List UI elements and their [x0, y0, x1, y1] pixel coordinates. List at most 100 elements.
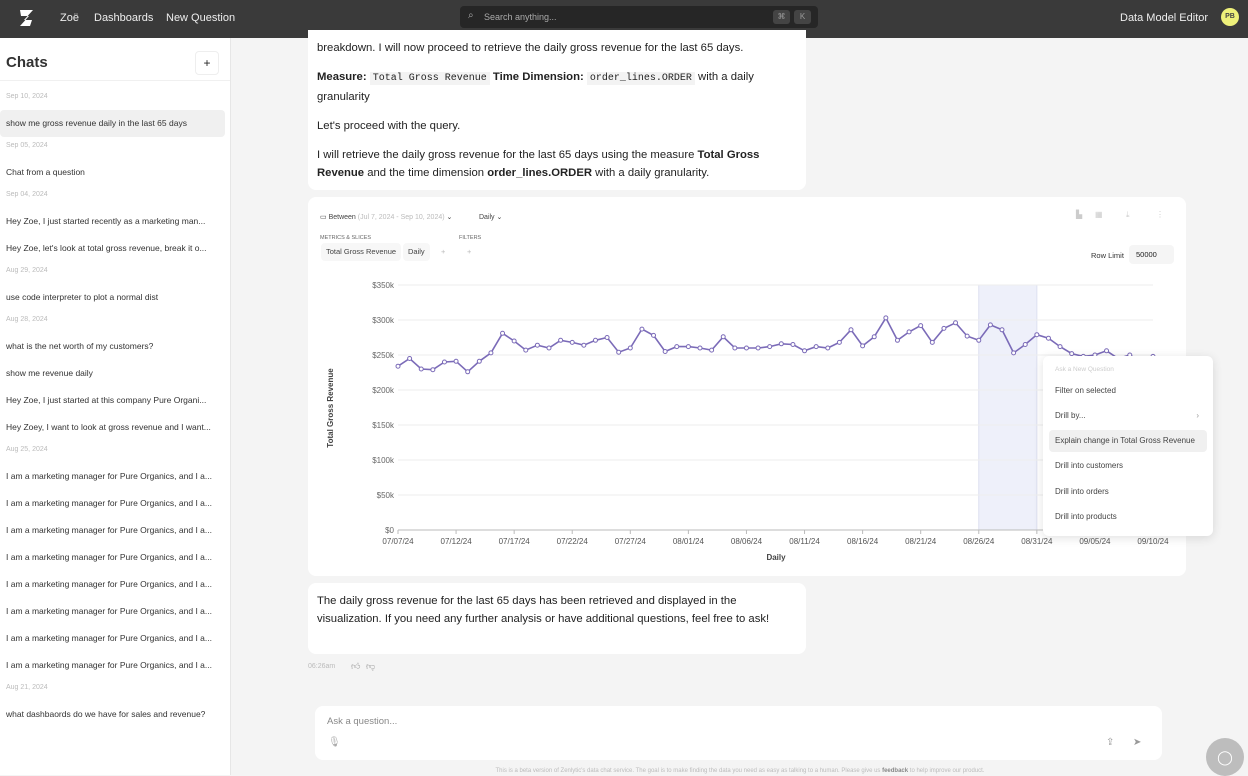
chat-item[interactable]: I am a marketing manager for Pure Organi… [0, 463, 225, 490]
chat-item[interactable]: I am a marketing manager for Pure Organi… [0, 517, 225, 544]
data-point [720, 334, 726, 340]
x-tick-label: 07/22/24 [557, 537, 589, 546]
chat-item[interactable]: use code interpreter to plot a normal di… [0, 284, 225, 311]
chat-item[interactable]: I am a marketing manager for Pure Organi… [0, 625, 225, 652]
text: with a daily granularity. [595, 167, 710, 179]
menu-drill-orders[interactable]: Drill into orders [1049, 481, 1207, 503]
x-tick-label: 07/17/24 [499, 537, 531, 546]
assistant-message: breakdown. I will now proceed to retriev… [308, 30, 806, 190]
menu-explain-change[interactable]: Explain change in Total Gross Revenue [1049, 430, 1207, 452]
data-point [1034, 332, 1040, 338]
chat-item[interactable]: show me gross revenue daily in the last … [0, 110, 225, 137]
data-point [476, 358, 482, 364]
time-label: Time Dimension: [492, 71, 584, 83]
chats-title: Chats [6, 54, 48, 71]
chat-item[interactable]: Hey Zoe, I just started recently as a ma… [0, 208, 225, 235]
data-point [581, 342, 587, 348]
data-point [825, 345, 831, 351]
kbd-k: K [794, 10, 811, 24]
y-tick-label: $300k [372, 316, 395, 325]
data-point [430, 367, 436, 373]
chat-item[interactable]: what dashbaords do we have for sales and… [0, 701, 225, 728]
message-text: breakdown. I will now proceed to retriev… [317, 42, 744, 54]
feedback-link[interactable]: feedback [882, 768, 908, 774]
data-point [616, 349, 622, 355]
thumbs-up-icon[interactable]: 👍︎ [351, 661, 360, 672]
logo-icon[interactable] [17, 7, 37, 29]
chat-date: Sep 05, 2024 [6, 142, 48, 149]
data-point [523, 347, 529, 353]
message-text: Measure: Total Gross Revenue Time Dimens… [317, 68, 797, 106]
new-chat-button[interactable]: + [195, 51, 219, 75]
chat-item[interactable]: Hey Zoey, I want to look at gross revenu… [0, 414, 225, 441]
chat-date: Aug 25, 2024 [6, 446, 48, 453]
chat-icon: ◯ [1217, 749, 1233, 765]
data-point [848, 327, 854, 333]
data-point [941, 325, 947, 331]
data-point [546, 345, 552, 351]
data-point [604, 335, 610, 340]
y-tick-label: $150k [372, 421, 395, 430]
chat-item[interactable]: I am a marketing manager for Pure Organi… [0, 598, 225, 625]
data-point [999, 327, 1005, 333]
data-point [534, 342, 540, 348]
data-point [778, 341, 784, 347]
data-point [732, 345, 738, 351]
data-point [709, 347, 715, 353]
chevron-right-icon: › [1196, 411, 1199, 420]
chat-item[interactable]: I am a marketing manager for Pure Organi… [0, 490, 225, 517]
y-tick-label: $350k [372, 281, 395, 290]
data-model-editor-link[interactable]: Data Model Editor [1120, 12, 1208, 24]
menu-drill-customers[interactable]: Drill into customers [1049, 455, 1207, 477]
avatar[interactable]: PB [1221, 8, 1239, 26]
x-tick-label: 08/01/24 [673, 537, 705, 546]
footer-disclaimer: This is a beta version of Zenlytic's dat… [300, 768, 1180, 774]
data-point [860, 343, 866, 349]
nav-new-question[interactable]: New Question [166, 12, 235, 24]
data-point [685, 344, 691, 350]
chart-card: ▭ Between (Jul 7, 2024 - Sep 10, 2024) ⌄… [308, 197, 1213, 576]
footer-text: This is a beta version of Zenlytic's dat… [495, 768, 881, 774]
chat-date: Aug 21, 2024 [6, 684, 48, 691]
question-input[interactable]: Ask a question... 🎙︎ ⇪ ➤ [315, 706, 1162, 760]
microphone-icon[interactable]: 🎙︎ [328, 737, 341, 748]
chat-item[interactable]: I am a marketing manager for Pure Organi… [0, 544, 225, 571]
data-point [639, 326, 645, 332]
measure-code: Total Gross Revenue [369, 72, 490, 85]
menu-drill-products[interactable]: Drill into products [1049, 506, 1207, 528]
search-input[interactable]: ⌕ Search anything... ⌘ K [460, 6, 818, 28]
data-point [627, 345, 633, 351]
chat-item[interactable]: what is the net worth of my customers? [0, 333, 225, 360]
divider [0, 80, 230, 81]
data-point [883, 315, 889, 321]
chat-item[interactable]: show me revenue daily [0, 360, 225, 387]
data-point [894, 337, 900, 343]
menu-drill-by[interactable]: Drill by... › [1049, 405, 1207, 427]
chat-item[interactable]: Chat from a question [0, 159, 225, 186]
chat-date: Sep 04, 2024 [6, 191, 48, 198]
thumbs-down-icon[interactable]: 👎︎ [366, 661, 375, 672]
chat-item[interactable]: I am a marketing manager for Pure Organi… [0, 571, 225, 598]
nav-zoe[interactable]: Zoë [60, 12, 79, 24]
chat-bubble-button[interactable]: ◯ [1206, 738, 1244, 776]
data-point [453, 358, 459, 364]
data-point [500, 330, 506, 336]
data-point [906, 329, 912, 335]
x-tick-label: 07/12/24 [441, 537, 473, 546]
y-tick-label: $50k [377, 491, 395, 500]
text: and the time dimension [367, 167, 485, 179]
text: I will retrieve the daily gross revenue … [317, 149, 695, 161]
nav-dashboards[interactable]: Dashboards [94, 12, 153, 24]
chat-item[interactable]: Hey Zoe, let's look at total gross reven… [0, 235, 225, 262]
chat-item[interactable]: I am a marketing manager for Pure Organi… [0, 652, 225, 679]
input-placeholder: Ask a question... [327, 716, 398, 727]
upload-icon[interactable]: ⇪ [1106, 737, 1114, 748]
send-icon[interactable]: ➤ [1133, 737, 1141, 748]
data-point [558, 337, 564, 343]
x-tick-label: 08/21/24 [905, 537, 937, 546]
y-tick-label: $100k [372, 456, 395, 465]
chat-date: Aug 28, 2024 [6, 316, 48, 323]
x-tick-label: 07/07/24 [382, 537, 414, 546]
menu-filter-on-selected[interactable]: Filter on selected [1049, 380, 1207, 402]
chat-item[interactable]: Hey Zoe, I just started at this company … [0, 387, 225, 414]
